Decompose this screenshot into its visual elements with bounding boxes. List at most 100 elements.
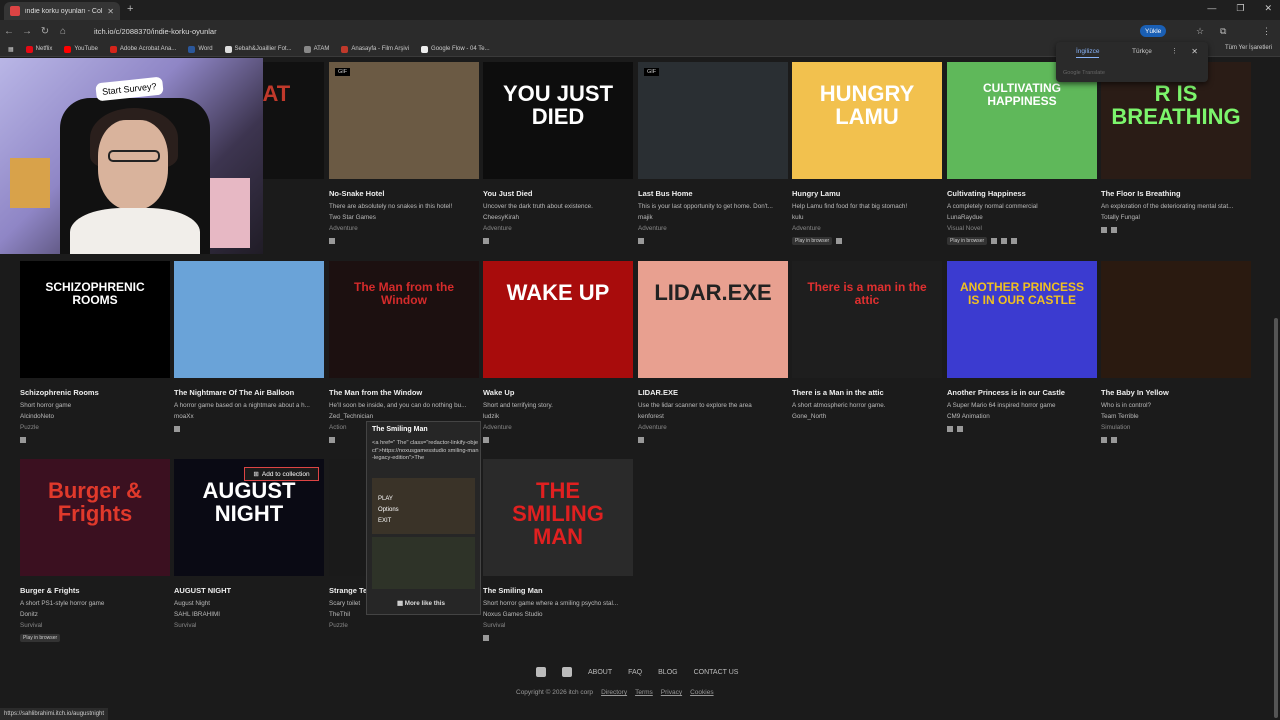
footer-link[interactable]: CONTACT US — [694, 669, 739, 676]
scrollbar[interactable] — [1272, 58, 1280, 720]
game-author[interactable]: Gone_North — [792, 413, 942, 420]
back-icon[interactable]: ← — [0, 26, 18, 37]
game-card[interactable]: CULTIVATING HAPPINESS Cultivating Happine… — [947, 62, 1097, 245]
game-card[interactable]: AUGUST NIGHT AUGUST NIGHT August Night SAHL… — [174, 459, 324, 642]
bookmark-star-icon[interactable]: ☆ — [1196, 26, 1204, 37]
bookmark-item[interactable]: Word — [188, 45, 213, 53]
game-thumbnail[interactable]: Burger & Frights — [20, 459, 170, 576]
game-card[interactable]: SCHIZOPHRENIC ROOMS Schizophrenic Rooms Sh… — [20, 261, 170, 444]
game-author[interactable]: Totally Fungal — [1101, 214, 1251, 221]
popup-screenshot-corridor[interactable] — [372, 537, 475, 589]
game-author[interactable]: CM9 Animation — [947, 413, 1097, 420]
legal-link[interactable]: Cookies — [690, 689, 713, 696]
scrollbar-thumb[interactable] — [1274, 318, 1278, 718]
footer-link[interactable]: BLOG — [658, 669, 677, 676]
footer-link[interactable]: FAQ — [628, 669, 642, 676]
game-thumbnail[interactable]: THE SMILING MAN — [483, 459, 633, 576]
game-thumbnail[interactable]: LIDAR.EXE — [638, 261, 788, 378]
game-title[interactable]: Another Princess is in our Castle — [947, 388, 1097, 397]
game-author[interactable]: majik — [638, 214, 788, 221]
game-title[interactable]: There is a Man in the attic — [792, 388, 942, 397]
game-author[interactable]: kenforest — [638, 413, 788, 420]
game-thumbnail[interactable]: SCHIZOPHRENIC ROOMS — [20, 261, 170, 378]
legal-link[interactable]: Privacy — [661, 689, 682, 696]
game-title[interactable]: AUGUST NIGHT — [174, 586, 324, 595]
bookmark-item[interactable]: YouTube — [64, 45, 98, 53]
game-card[interactable]: The Nightmare Of The Air Balloon A horror… — [174, 261, 324, 433]
game-author[interactable]: ludzik — [483, 413, 633, 420]
game-card[interactable]: There is a man in the attic There is a Ma… — [792, 261, 942, 433]
game-author[interactable]: Zed_Technician — [329, 413, 479, 420]
game-thumbnail[interactable]: The Man from the Window — [329, 261, 479, 378]
browser-tab[interactable]: indie korku oyunları - Collection ✕ — [4, 2, 120, 20]
game-title[interactable]: No-Snake Hotel — [329, 189, 479, 198]
game-title[interactable]: Burger & Frights — [20, 586, 170, 595]
game-title[interactable]: Last Bus Home — [638, 189, 788, 198]
game-card[interactable]: GIF No-Snake Hotel There are absolutely no… — [329, 62, 479, 245]
bookmark-item[interactable]: Anasayfa - Film Arşivi — [341, 45, 409, 53]
game-thumbnail[interactable]: GIF — [638, 62, 788, 179]
game-title[interactable]: Schizophrenic Rooms — [20, 388, 170, 397]
footer-link[interactable]: ABOUT — [588, 669, 612, 676]
game-card[interactable]: The Man from the Window The Man from the … — [329, 261, 479, 444]
apps-icon[interactable]: ▦ — [8, 46, 14, 53]
translate-more-icon[interactable]: ⋮ — [1171, 47, 1178, 55]
legal-link[interactable]: Directory — [601, 689, 627, 696]
new-tab-icon[interactable]: + — [127, 3, 133, 15]
game-card[interactable]: GIF Last Bus Home This is your last opport… — [638, 62, 788, 245]
close-window-icon[interactable]: ✕ — [1264, 3, 1272, 14]
game-title[interactable]: You Just Died — [483, 189, 633, 198]
game-card[interactable]: HUNGRY LAMU Hungry Lamu Help Lamu find foo… — [792, 62, 942, 245]
game-card[interactable]: LIDAR.EXE LIDAR.EXE Use the lidar scanner … — [638, 261, 788, 444]
twitter-icon[interactable] — [536, 667, 546, 677]
game-thumbnail[interactable]: There is a man in the attic — [792, 261, 942, 378]
game-title[interactable]: Hungry Lamu — [792, 189, 942, 198]
game-author[interactable]: AlcindoNeto — [20, 413, 170, 420]
game-thumbnail[interactable]: HUNGRY LAMU — [792, 62, 942, 179]
game-title[interactable]: The Smiling Man — [483, 586, 633, 595]
game-title[interactable]: The Baby In Yellow — [1101, 388, 1251, 397]
game-author[interactable]: CheesyKirah — [483, 214, 633, 221]
game-author[interactable]: LunaRaydue — [947, 214, 1097, 221]
menu-kebab-icon[interactable]: ⋮ — [1262, 26, 1271, 37]
game-card[interactable]: R IS BREATHING The Floor Is Breathing An e… — [1101, 62, 1251, 234]
game-author[interactable]: Two Star Games — [329, 214, 479, 221]
game-author[interactable]: moaXx — [174, 413, 324, 420]
game-thumbnail[interactable] — [174, 261, 324, 378]
legal-link[interactable]: Terms — [635, 689, 653, 696]
game-thumbnail[interactable]: GIF — [329, 62, 479, 179]
translate-close-icon[interactable]: ✕ — [1191, 47, 1198, 56]
add-to-collection-button[interactable]: ⊞ Add to collection — [244, 467, 319, 481]
game-thumbnail[interactable] — [1101, 261, 1251, 378]
game-author[interactable]: SAHL IBRAHIMI — [174, 611, 324, 618]
game-title[interactable]: LIDAR.EXE — [638, 388, 788, 397]
more-like-this-link[interactable]: ▦ More like this — [397, 600, 445, 607]
maximize-icon[interactable]: ❐ — [1236, 3, 1244, 14]
game-author[interactable]: Donitz — [20, 611, 170, 618]
game-author[interactable]: kulu — [792, 214, 942, 221]
game-card[interactable]: WAKE UP Wake Up Short and terrifying story… — [483, 261, 633, 444]
bookmark-item[interactable]: Netflix — [25, 45, 52, 53]
bookmark-item[interactable]: ATAM — [303, 45, 329, 53]
facebook-icon[interactable] — [562, 667, 572, 677]
game-title[interactable]: The Man from the Window — [329, 388, 479, 397]
translate-from-tab[interactable]: İngilizce — [1076, 48, 1100, 58]
minimize-icon[interactable]: — — [1207, 3, 1216, 14]
bookmark-item[interactable]: Google Flow - 04 Te... — [421, 45, 490, 53]
game-title[interactable]: Wake Up — [483, 388, 633, 397]
game-title[interactable]: Cultivating Happiness — [947, 189, 1097, 198]
game-card[interactable]: THE SMILING MAN The Smiling Man Short horr… — [483, 459, 633, 642]
game-card[interactable]: ANOTHER PRINCESS IS IN OUR CASTLE Another… — [947, 261, 1097, 433]
game-title[interactable]: The Nightmare Of The Air Balloon — [174, 388, 324, 397]
close-tab-icon[interactable]: ✕ — [107, 7, 114, 16]
forward-icon[interactable]: → — [18, 26, 36, 37]
game-author[interactable]: Noxus Games Studio — [483, 611, 633, 618]
all-bookmarks-link[interactable]: Tüm Yer İşaretleri — [1225, 45, 1272, 51]
game-thumbnail[interactable]: ANOTHER PRINCESS IS IN OUR CASTLE — [947, 261, 1097, 378]
game-card[interactable]: Burger & Frights Burger & Frights A short … — [20, 459, 170, 642]
home-icon[interactable]: ⌂ — [54, 26, 72, 37]
extensions-icon[interactable]: ⧉ — [1220, 26, 1226, 37]
translate-to-tab[interactable]: Türkçe — [1132, 48, 1152, 55]
bookmark-item[interactable]: Adobe Acrobat Ana... — [109, 45, 176, 53]
game-thumbnail[interactable]: WAKE UP — [483, 261, 633, 378]
